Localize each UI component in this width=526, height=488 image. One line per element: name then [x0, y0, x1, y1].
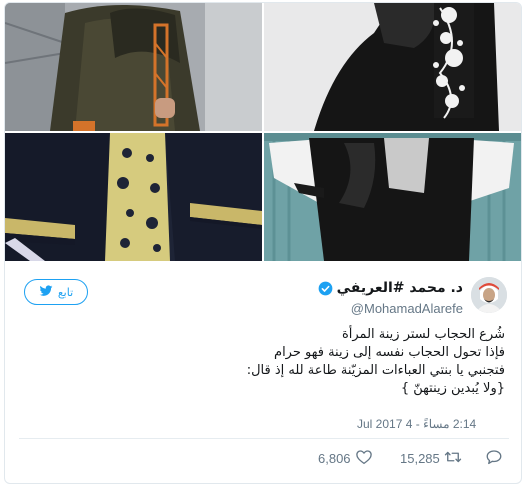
divider [19, 438, 509, 439]
name-row[interactable]: د. محمد #العريفي [318, 280, 463, 296]
tweet-line: فتجنبي يا بنتي العباءات المزيّنة طاعة لل… [246, 363, 505, 378]
like-button[interactable]: 6,806 [318, 448, 373, 469]
tweet-timestamp[interactable]: 2:14 مساءً - 4 Jul 2017 [357, 417, 476, 431]
retweet-button[interactable]: 15,285 [400, 448, 462, 469]
tweet-card: د. محمد #العريفي @MohamadAlarefe تابع شُ… [4, 2, 522, 484]
reply-icon [485, 448, 503, 469]
user-handle[interactable]: @MohamadAlarefe [351, 301, 463, 316]
follow-label: تابع [57, 285, 74, 299]
retweet-icon [444, 448, 462, 469]
tweet-line: {ولا يُبدين زينتهنّ } [400, 381, 505, 396]
tweet-line: فإذا تحول الحجاب نفسه إلى زينة فهو حرام [274, 345, 505, 360]
like-count: 6,806 [318, 451, 351, 466]
photo-grid [5, 3, 521, 261]
tweet-actions: 6,806 15,285 [5, 448, 521, 472]
tweet-line: شُرع الحجاب لستر زينة المرأة [341, 327, 505, 342]
tweet-text: شُرع الحجاب لستر زينة المرأة فإذا تحول ا… [247, 326, 505, 398]
tweet-header: د. محمد #العريفي @MohamadAlarefe تابع [5, 265, 521, 325]
photo-abaya-navy-yellow[interactable] [5, 133, 262, 261]
photo-abaya-black-floral[interactable] [264, 3, 521, 131]
heart-icon [355, 448, 373, 469]
verified-icon [318, 281, 333, 296]
twitter-bird-icon [39, 284, 53, 301]
display-name[interactable]: د. محمد #العريفي [337, 280, 463, 296]
photo-abaya-olive[interactable] [5, 3, 262, 131]
retweet-count: 15,285 [400, 451, 440, 466]
avatar[interactable] [471, 277, 507, 313]
follow-button[interactable]: تابع [24, 279, 88, 305]
reply-button[interactable] [485, 448, 503, 469]
photo-abaya-black-lace[interactable] [264, 133, 521, 261]
